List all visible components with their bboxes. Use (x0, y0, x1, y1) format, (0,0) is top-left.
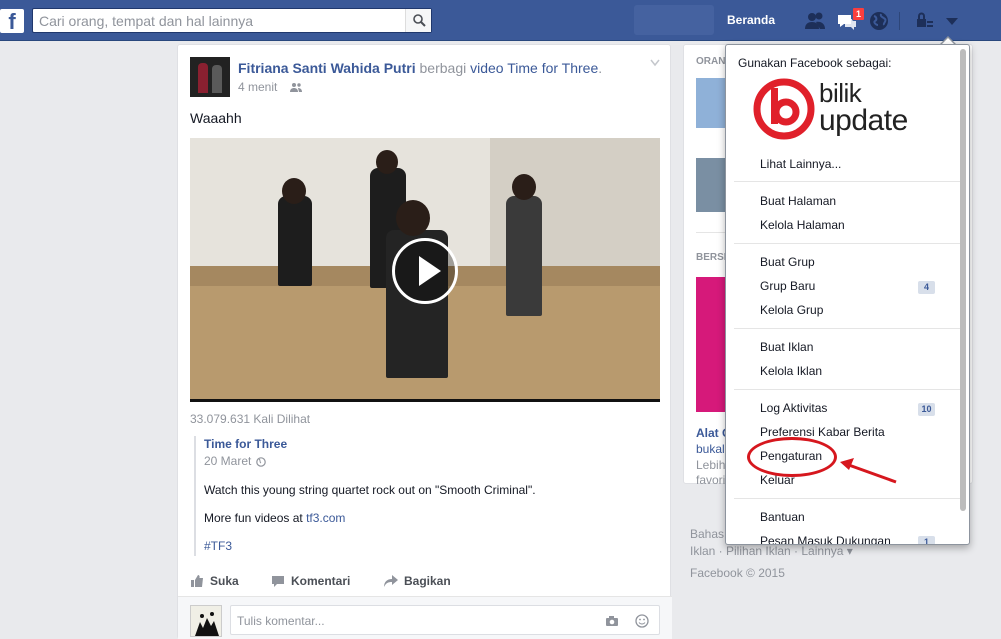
menu-support-inbox[interactable]: Pesan Masuk Dukungan (760, 534, 891, 544)
menu-help[interactable]: Bantuan (760, 510, 805, 524)
comment-placeholder: Tulis komentar... (237, 614, 325, 628)
see-more-link[interactable]: Lihat Lainnya... (760, 157, 841, 171)
share-button[interactable]: Bagikan (384, 574, 451, 588)
chevron-down-icon[interactable] (650, 59, 660, 67)
search-input[interactable] (39, 12, 399, 30)
shared-page-name[interactable]: Time for Three (204, 437, 287, 451)
ad-image[interactable] (696, 277, 726, 412)
menu-create-page[interactable]: Buat Halaman (760, 194, 836, 208)
annotation-arrow-icon (840, 458, 897, 484)
post-timestamp[interactable]: 4 menit (238, 80, 277, 94)
share-arrow-icon (384, 575, 398, 587)
post-action-text: berbagi (419, 60, 467, 76)
comment-section: Tulis komentar... (178, 597, 672, 639)
facebook-logo[interactable]: f (0, 9, 24, 34)
news-feed-post: Fitriana Santi Wahida Putri berbagi vide… (177, 44, 672, 639)
thumbs-up-icon (191, 575, 203, 587)
person-thumbnail[interactable] (696, 158, 726, 212)
new-groups-count-badge: 4 (918, 281, 935, 294)
bilik-update-page[interactable]: bilik update (753, 78, 923, 140)
author-avatar[interactable] (190, 57, 230, 97)
search-icon (413, 14, 426, 27)
menu-create-ad[interactable]: Buat Iklan (760, 340, 813, 354)
use-facebook-as-label: Gunakan Facebook sebagai: (738, 56, 892, 70)
shared-video-link[interactable]: video Time for Three (470, 60, 598, 76)
menu-activity-log[interactable]: Log Aktivitas (760, 401, 827, 415)
menu-manage-pages[interactable]: Kelola Halaman (760, 218, 845, 232)
bilik-update-logo-icon (753, 78, 815, 140)
support-inbox-count-badge: 1 (918, 536, 935, 544)
tf3-link[interactable]: tf3.com (306, 511, 345, 525)
commenter-avatar (190, 605, 222, 637)
post-actions: Suka Komentari Bagikan (190, 574, 660, 594)
footer-copyright: Facebook © 2015 (690, 566, 785, 580)
video-figure (278, 196, 312, 286)
comment-input[interactable]: Tulis komentar... (230, 605, 660, 635)
view-count: 33.079.631 Kali Dilihat (190, 412, 311, 426)
shared-date[interactable]: 20 Maret (204, 454, 251, 468)
video-player[interactable] (190, 138, 660, 402)
emoji-icon[interactable] (635, 614, 649, 628)
topbar-divider (899, 12, 900, 30)
hashtag-link[interactable]: #TF3 (204, 539, 232, 553)
friend-requests-icon[interactable] (804, 10, 826, 32)
camera-icon[interactable] (605, 614, 619, 628)
dropdown-scrollbar[interactable] (960, 49, 966, 511)
ad-text: Lebih (696, 458, 726, 472)
footer-language[interactable]: Bahas (690, 527, 724, 541)
shared-more-line: More fun videos at tf3.com (204, 511, 346, 525)
menu-new-groups[interactable]: Grup Baru (760, 279, 815, 293)
post-header-period: . (598, 60, 603, 76)
search-button[interactable] (405, 9, 431, 32)
person-thumbnail[interactable] (696, 78, 726, 128)
brand-line-2: update (819, 104, 908, 137)
public-globe-icon (256, 457, 266, 467)
author-name-link[interactable]: Fitriana Santi Wahida Putri (238, 60, 416, 76)
footer-links[interactable]: Iklan · Pilihan Iklan · Lainnya ▾ (690, 544, 853, 558)
privacy-lock-icon[interactable] (914, 10, 936, 32)
menu-create-group[interactable]: Buat Grup (760, 255, 815, 269)
video-figure (506, 196, 542, 316)
top-bar: f Beranda 1 (0, 0, 1001, 41)
friends-audience-icon[interactable] (290, 82, 302, 92)
ad-text-2: favorit (696, 473, 729, 487)
search-box (32, 8, 432, 33)
play-button[interactable] (392, 238, 458, 304)
activity-log-count-badge: 10 (918, 403, 935, 416)
post-text: Waaahh (190, 110, 242, 126)
menu-manage-groups[interactable]: Kelola Grup (760, 303, 823, 317)
ad-domain[interactable]: bukal (696, 442, 725, 456)
shared-description: Watch this young string quartet rock out… (204, 483, 536, 497)
like-button[interactable]: Suka (190, 574, 239, 588)
globe-notifications-icon[interactable] (868, 10, 890, 32)
comment-icon (272, 576, 284, 587)
settings-highlight-circle (747, 437, 837, 477)
home-link[interactable]: Beranda (727, 13, 775, 27)
profile-link[interactable] (634, 5, 714, 35)
post-header: Fitriana Santi Wahida Putri berbagi vide… (238, 60, 602, 76)
account-menu-icon[interactable] (942, 10, 964, 32)
notification-badge: 1 (852, 7, 866, 21)
hashtag-line: #TF3 (204, 539, 232, 553)
shared-content: Time for Three 20 Maret Watch this young… (194, 436, 660, 556)
comment-button[interactable]: Komentari (271, 574, 350, 588)
menu-manage-ads[interactable]: Kelola Iklan (760, 364, 822, 378)
